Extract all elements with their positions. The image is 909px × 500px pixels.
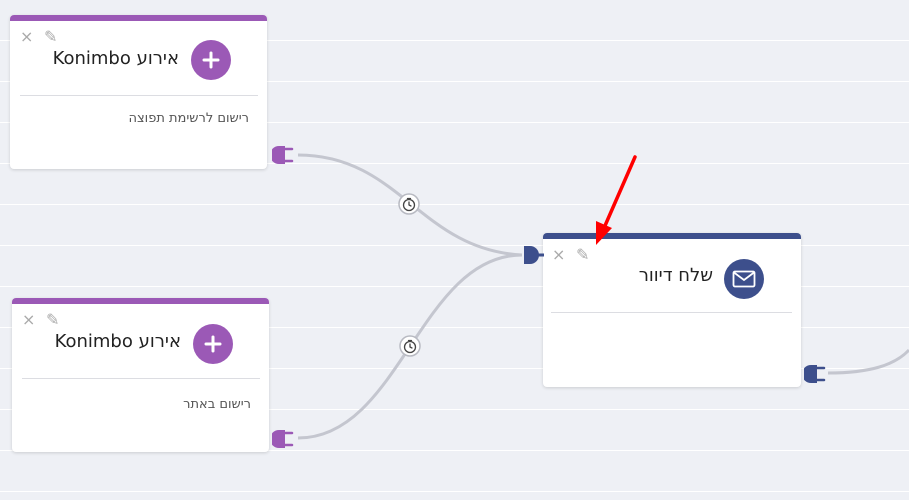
- node-title: אירוע Konimbo: [52, 48, 179, 69]
- edit-icon[interactable]: ✎: [44, 29, 57, 45]
- close-icon[interactable]: ×: [22, 312, 35, 328]
- plus-icon: [193, 324, 233, 364]
- send-newsletter-node[interactable]: × ✎ שלח דיוור: [543, 233, 801, 387]
- close-icon[interactable]: ×: [20, 29, 33, 45]
- node-accent-bar: [543, 233, 801, 239]
- timer-icon[interactable]: [398, 193, 420, 215]
- node-accent-bar: [12, 298, 269, 304]
- plug-icon[interactable]: [272, 144, 298, 166]
- automation-canvas[interactable]: × ✎ אירוע Konimbo רישום לרשימת תפוצה × ✎…: [0, 0, 909, 500]
- event-node-site-registration[interactable]: × ✎ אירוע Konimbo רישום באתר: [12, 298, 269, 452]
- plug-icon[interactable]: [272, 428, 298, 450]
- envelope-icon: [724, 259, 764, 299]
- node-divider: [551, 312, 792, 313]
- timer-icon[interactable]: [399, 335, 421, 357]
- socket-icon[interactable]: [520, 244, 546, 266]
- node-accent-bar: [10, 15, 267, 21]
- wire-send-to-next: [827, 348, 909, 375]
- node-subtitle: רישום לרשימת תפוצה: [128, 111, 249, 126]
- plug-icon[interactable]: [804, 363, 830, 385]
- close-icon[interactable]: ×: [552, 247, 565, 263]
- node-title: שלח דיוור: [638, 265, 713, 286]
- node-divider: [22, 378, 260, 379]
- node-title: אירוע Konimbo: [54, 331, 181, 352]
- event-node-mailing-list[interactable]: × ✎ אירוע Konimbo רישום לרשימת תפוצה: [10, 15, 267, 169]
- edit-icon[interactable]: ✎: [576, 247, 589, 263]
- node-divider: [20, 95, 258, 96]
- node-subtitle: רישום באתר: [183, 397, 251, 412]
- edit-icon[interactable]: ✎: [46, 312, 59, 328]
- plus-icon: [191, 40, 231, 80]
